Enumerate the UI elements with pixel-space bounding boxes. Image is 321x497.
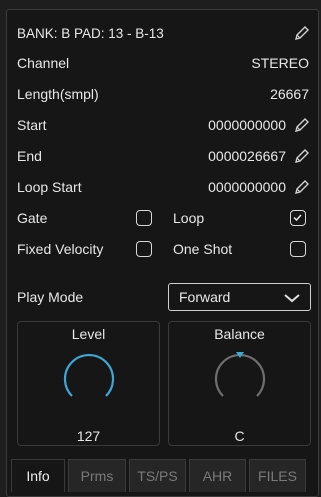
sample-info-panel: BANK: B PAD: 13 - B-13 Channel STEREO Le…: [6, 9, 319, 497]
length-value: 26667: [270, 86, 309, 102]
channel-value: STEREO: [251, 55, 309, 71]
play-mode-value: Forward: [179, 289, 231, 305]
balance-knob-value: C: [234, 428, 245, 444]
bank-pad-title: BANK: B PAD: 13 - B-13: [17, 25, 164, 41]
velocity-oneshot-row: Fixed Velocity One Shot: [7, 234, 318, 264]
chevron-down-icon: [284, 294, 300, 303]
play-mode-label: Play Mode: [17, 289, 84, 305]
start-label: Start: [17, 117, 47, 133]
level-knob-label: Level: [71, 326, 106, 342]
loop-start-value: 0000000000: [208, 179, 286, 195]
header-row: BANK: B PAD: 13 - B-13: [7, 20, 318, 46]
loop-label: Loop: [173, 210, 205, 226]
start-row: Start 0000000000: [7, 110, 318, 140]
end-row: End 0000026667: [7, 141, 318, 171]
checkmark-icon: [293, 214, 302, 222]
level-knob-panel: Level 127: [17, 321, 160, 446]
tab-files[interactable]: FILES: [249, 459, 306, 492]
loop-start-label: Loop Start: [17, 179, 82, 195]
one-shot-label: One Shot: [173, 241, 233, 257]
tab-ahr[interactable]: AHR: [189, 459, 246, 492]
level-knob-value: 127: [76, 428, 101, 444]
gate-checkbox[interactable]: [136, 210, 152, 226]
tab-info[interactable]: Info: [11, 459, 65, 492]
balance-knob-label: Balance: [214, 326, 265, 342]
start-value: 0000000000: [208, 117, 286, 133]
play-mode-select[interactable]: Forward: [168, 283, 311, 311]
length-row: Length(smpl) 26667: [7, 79, 318, 109]
balance-knob-panel: Balance C: [168, 321, 311, 446]
end-edit-pencil-icon[interactable]: [294, 148, 310, 164]
fixed-velocity-label: Fixed Velocity: [17, 241, 104, 257]
channel-row: Channel STEREO: [7, 48, 318, 78]
loop-start-row: Loop Start 0000000000: [7, 172, 318, 202]
end-label: End: [17, 148, 42, 164]
pencil-icon[interactable]: [294, 25, 310, 41]
loop-start-edit-pencil-icon[interactable]: [294, 179, 310, 195]
fixed-velocity-checkbox[interactable]: [136, 241, 152, 257]
balance-knob[interactable]: [213, 352, 267, 406]
level-knob[interactable]: [62, 352, 116, 406]
one-shot-checkbox[interactable]: [290, 241, 306, 257]
tab-bar: Info Prms TS/PS AHR FILES: [7, 459, 318, 496]
end-value: 0000026667: [208, 148, 286, 164]
channel-label: Channel: [17, 55, 70, 71]
tab-ts-ps[interactable]: TS/PS: [129, 459, 186, 492]
loop-checkbox[interactable]: [290, 210, 306, 226]
gate-loop-row: Gate Loop: [7, 203, 318, 233]
tab-prms[interactable]: Prms: [68, 459, 126, 492]
start-edit-pencil-icon[interactable]: [294, 117, 310, 133]
gate-label: Gate: [17, 210, 48, 226]
length-label: Length(smpl): [17, 86, 99, 102]
